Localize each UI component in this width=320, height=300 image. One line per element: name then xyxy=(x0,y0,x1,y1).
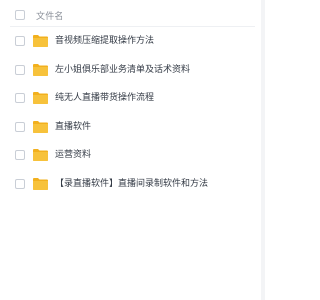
folder-icon xyxy=(33,91,48,105)
file-row[interactable]: 左小姐俱乐部业务清单及话术资料 xyxy=(0,56,265,85)
file-row[interactable]: 音视频压缩提取操作方法 xyxy=(0,27,265,56)
file-row[interactable]: 纯无人直播带货操作流程 xyxy=(0,84,265,113)
file-checkbox[interactable] xyxy=(15,64,25,75)
file-list-header: 文件名 xyxy=(0,6,265,26)
file-list: 音视频压缩提取操作方法 左小姐俱乐部业务清单及话术资料 纯无人直播带货操作流程 … xyxy=(0,27,265,199)
folder-icon xyxy=(33,148,48,162)
file-row[interactable]: 直播软件 xyxy=(0,113,265,142)
file-name[interactable]: 【录直播软件】直播间录制软件和方法 xyxy=(55,178,208,190)
file-row[interactable]: 运营资料 xyxy=(0,141,265,170)
scrollbar-track[interactable] xyxy=(261,0,265,300)
folder-icon xyxy=(33,63,48,76)
file-checkbox[interactable] xyxy=(15,150,25,161)
file-checkbox[interactable] xyxy=(15,36,25,46)
file-list-panel: 文件名 音视频压缩提取操作方法 左小姐俱乐部业务清单及话术资料 纯无人直播带货操… xyxy=(0,0,265,300)
select-all-checkbox[interactable] xyxy=(15,10,25,20)
folder-icon xyxy=(33,34,48,47)
file-name[interactable]: 运营资料 xyxy=(55,149,91,161)
file-name[interactable]: 左小姐俱乐部业务清单及话术资料 xyxy=(55,64,190,76)
file-name[interactable]: 音视频压缩提取操作方法 xyxy=(55,35,154,47)
file-name[interactable]: 直播软件 xyxy=(55,121,91,133)
file-checkbox[interactable] xyxy=(15,93,25,104)
column-header-filename[interactable]: 文件名 xyxy=(36,9,64,22)
file-name[interactable]: 纯无人直播带货操作流程 xyxy=(55,92,154,104)
file-checkbox[interactable] xyxy=(15,178,25,189)
folder-icon xyxy=(33,177,48,190)
file-checkbox[interactable] xyxy=(15,121,25,132)
file-row[interactable]: 【录直播软件】直播间录制软件和方法 xyxy=(0,170,265,199)
folder-icon xyxy=(33,120,48,133)
